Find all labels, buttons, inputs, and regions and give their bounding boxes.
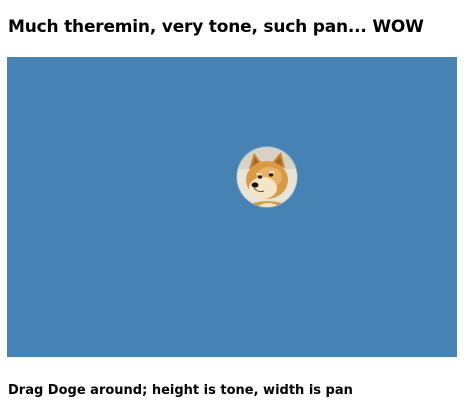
page-title: Much theremin, very tone, such pan... WO… [8,17,424,37]
doge-icon [237,147,297,207]
doge-draggable[interactable] [237,147,297,207]
theremin-stage[interactable] [7,57,457,357]
instructions-text: Drag Doge around; height is tone, width … [8,383,353,398]
